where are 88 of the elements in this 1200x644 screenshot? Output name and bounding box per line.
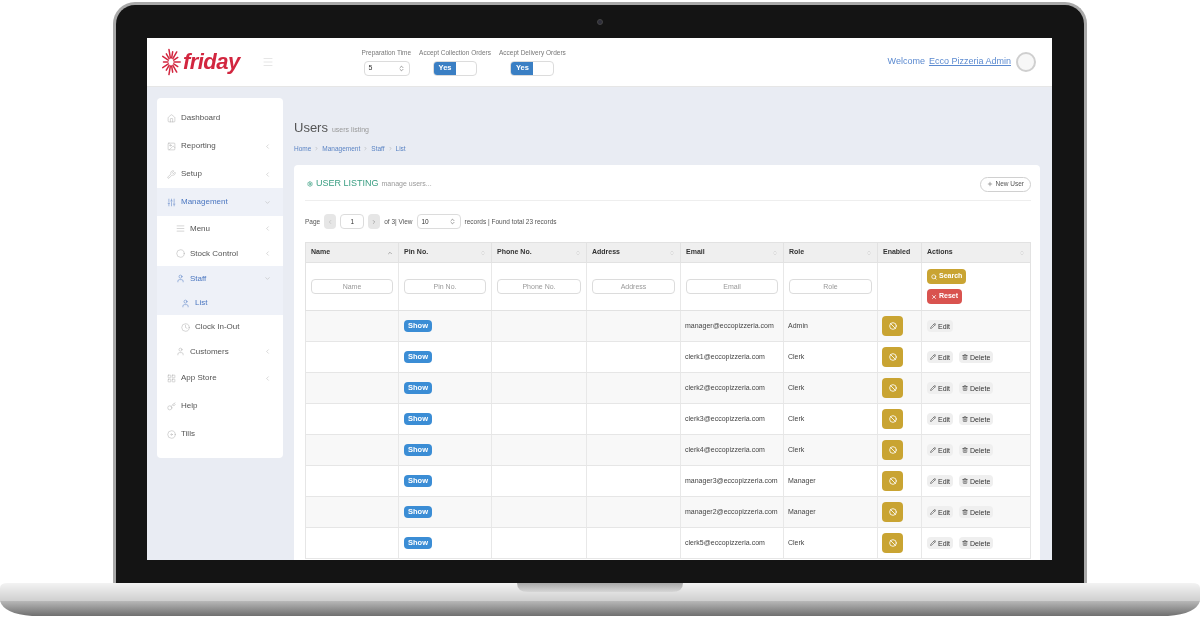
pencil-icon [930,540,936,546]
logo-icon [161,47,181,77]
chevron-left-icon [264,374,271,382]
chevron-left-icon [264,170,271,178]
chevron-right-icon [314,146,320,151]
enabled-toggle-button[interactable] [882,316,903,336]
grid-icon [167,373,176,383]
user-icon [181,298,190,308]
clock-icon [181,322,190,332]
user-icon [176,274,185,283]
chevron-right-icon [371,218,378,225]
pencil-icon [930,354,936,360]
sort-ascending-icon [387,249,393,256]
trash-icon [962,385,969,391]
chevron-left-icon [327,218,334,225]
sidebar-item[interactable]: Setup [157,160,283,188]
sliders-icon [167,197,176,207]
welcome-text: Welcome [887,55,925,69]
search-icon [931,273,937,280]
sidebar-item[interactable]: Management [157,188,283,216]
next-page-button[interactable] [368,214,381,229]
sidebar-item[interactable]: Clock In-Out [157,315,283,339]
enabled-toggle-button[interactable] [882,440,903,460]
card-title: USER LISTING [316,177,379,191]
enabled-toggle-button[interactable] [882,471,903,491]
house-icon [167,113,176,123]
spinner-icon[interactable] [397,64,405,72]
pencil-icon [930,509,936,515]
plus-icon [987,181,994,187]
sidebar-item[interactable]: Customers [157,339,283,364]
enabled-toggle-button[interactable] [882,347,903,367]
trash-icon [962,509,969,515]
close-icon [931,293,937,300]
chevron-left-icon [264,225,271,232]
pencil-icon [930,385,936,391]
enabled-toggle-button[interactable] [882,533,903,553]
logo-text: friday [183,49,240,75]
chevron-right-icon [387,146,393,151]
trash-icon [962,478,969,484]
ban-icon [888,353,897,361]
user-link[interactable]: Ecco Pizzeria Admin [928,55,1011,69]
disc-icon [167,429,176,439]
trash-icon [962,540,969,546]
sidebar-item[interactable]: Tills [157,420,283,448]
ban-icon [888,384,897,392]
ban-icon [888,477,897,485]
chevron-left-icon [264,250,271,257]
chevron-left-icon [264,142,271,150]
ban-icon [888,446,897,454]
key-icon [167,401,176,411]
chevron-right-icon [363,146,369,151]
sidebar-item[interactable]: Stock Control [157,241,283,266]
pencil-icon [930,478,936,484]
enabled-toggle-button[interactable] [882,378,903,398]
trash-icon [962,354,969,360]
pencil-icon [930,323,936,329]
avatar-icon[interactable] [1016,52,1036,72]
wrench-icon [167,169,176,179]
sidebar-item[interactable]: App Store [157,364,283,392]
sidebar-item[interactable]: List [157,291,283,315]
sidebar-item[interactable]: Dashboard [157,104,283,132]
chevron-down-icon [264,275,271,282]
chevron-left-icon [264,348,271,355]
ban-icon [888,539,897,547]
enabled-toggle-button[interactable] [882,502,903,522]
image-icon [167,141,176,151]
ban-icon [888,322,897,330]
trash-icon [962,416,969,422]
gear-icon [307,181,313,187]
page-title: Users [294,120,328,136]
previous-page-button[interactable] [324,214,337,229]
trash-icon [962,447,969,453]
spinner-icon [448,218,456,225]
list-icon [176,224,185,233]
ban-icon [888,508,897,516]
ban-icon [888,415,897,423]
chevron-down-icon [264,198,271,206]
circle-icon [176,249,185,258]
sidebar-item[interactable]: Help [157,392,283,420]
sidebar-item[interactable]: Menu [157,216,283,241]
menu-icon[interactable] [261,56,274,68]
enabled-toggle-button[interactable] [882,409,903,429]
pencil-icon [930,447,936,453]
sidebar-item[interactable]: Reporting [157,132,283,160]
pencil-icon [930,416,936,422]
webcam-icon [597,18,603,25]
sidebar-item[interactable]: Staff [157,266,283,291]
user-icon [176,347,185,356]
